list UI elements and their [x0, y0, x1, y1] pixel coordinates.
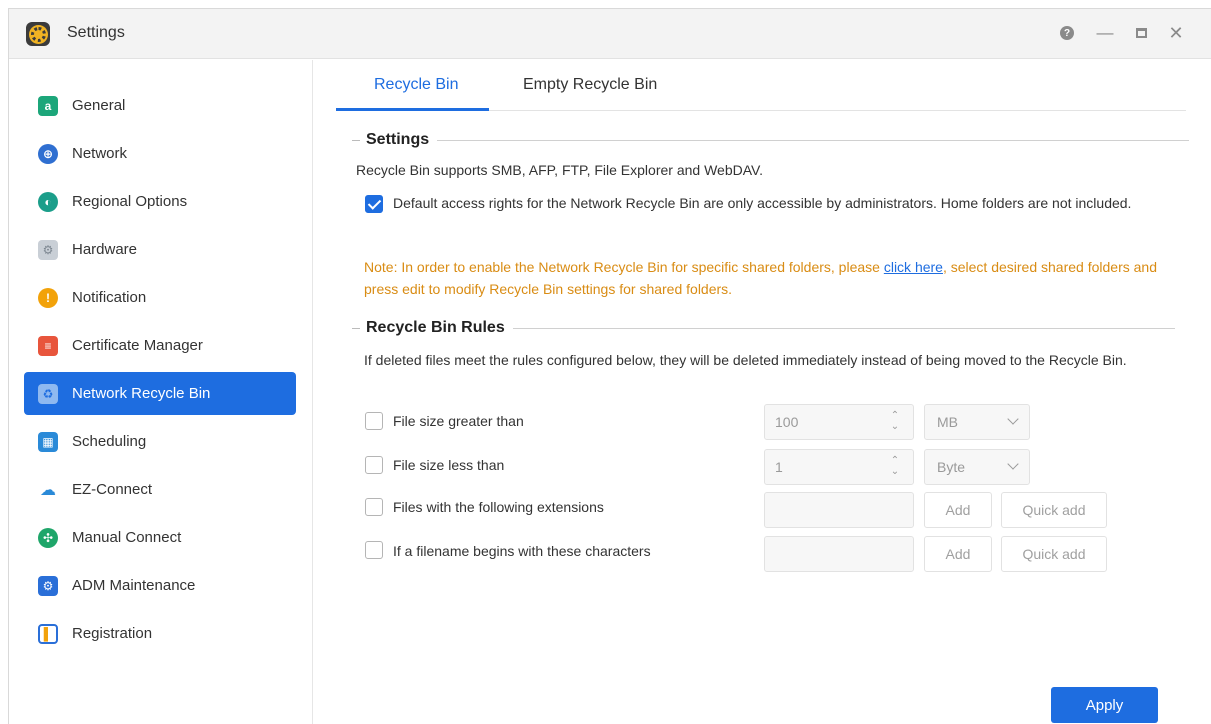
sidebar-item-label: Network [72, 145, 128, 162]
filename-begins-input[interactable] [764, 536, 914, 572]
size-less-input[interactable]: 1 ⌃ ⌄ [764, 449, 914, 485]
sidebar-item-label: Notification [72, 289, 147, 306]
sidebar-item-label: Network Recycle Bin [72, 385, 211, 402]
tab-recycle-bin[interactable]: Recycle Bin [374, 76, 458, 94]
maximize-icon[interactable] [1131, 23, 1151, 43]
sidebar-item-label: Regional Options [72, 193, 188, 210]
chevron-down-icon [1007, 413, 1019, 425]
globe-icon: ⊕ [38, 143, 58, 164]
sidebar-item-notification[interactable]: ! Notification [24, 276, 296, 319]
calendar-clock-icon: ▦ [38, 431, 58, 452]
main-content: Recycle Bin Empty Recycle Bin Settings R… [314, 60, 1211, 724]
sidebar-item-label: Certificate Manager [72, 337, 203, 354]
filename-begins-quick-add-button[interactable]: Quick add [1001, 536, 1107, 572]
default-access-checkbox[interactable] [365, 195, 383, 213]
registration-icon: ▌ [38, 623, 58, 644]
regional-globe-icon: ◐ [38, 191, 58, 212]
size-less-checkbox[interactable] [365, 456, 383, 474]
sidebar-item-network-recycle-bin[interactable]: ♻ Network Recycle Bin [24, 372, 296, 415]
size-greater-checkbox[interactable] [365, 412, 383, 430]
hardware-icon: ⚙ [38, 239, 58, 260]
extensions-label: Files with the following extensions [393, 499, 604, 515]
active-tab-indicator [336, 108, 489, 111]
close-icon[interactable]: ✕ [1166, 23, 1186, 43]
title-bar: Settings ? — ✕ [9, 9, 1211, 59]
default-access-label: Default access rights for the Network Re… [393, 195, 1132, 211]
tab-bar: Recycle Bin Empty Recycle Bin [336, 60, 1186, 111]
size-greater-unit-select[interactable]: MB [924, 404, 1030, 440]
sidebar-item-general[interactable]: a General [24, 84, 296, 127]
cloud-upload-icon: ☁ [38, 479, 58, 500]
size-greater-value: 100 [775, 414, 799, 430]
sidebar-item-network[interactable]: ⊕ Network [24, 132, 296, 175]
extensions-add-button[interactable]: Add [924, 492, 992, 528]
sidebar-item-manual-connect[interactable]: ✣ Manual Connect [24, 516, 296, 559]
settings-section-header: Settings [352, 130, 1190, 150]
recycle-bin-icon: ♻ [38, 383, 58, 404]
note-text: Note: In order to enable the Network Rec… [364, 259, 884, 275]
sidebar-item-adm-maintenance[interactable]: ⚙ ADM Maintenance [24, 564, 296, 607]
tab-empty-recycle-bin[interactable]: Empty Recycle Bin [523, 76, 657, 94]
sidebar-item-certificate-manager[interactable]: ≡ Certificate Manager [24, 324, 296, 367]
sidebar-item-label: General [72, 97, 126, 114]
rules-section-title: Recycle Bin Rules [366, 319, 505, 336]
size-greater-input[interactable]: 100 ⌃ ⌄ [764, 404, 914, 440]
filename-begins-add-button[interactable]: Add [924, 536, 992, 572]
rules-section-header: Recycle Bin Rules [352, 318, 1175, 338]
rules-description: If deleted files meet the rules configur… [364, 352, 1127, 368]
apply-button[interactable]: Apply [1051, 687, 1158, 723]
filename-begins-checkbox[interactable] [365, 541, 383, 559]
sidebar-item-regional-options[interactable]: ◐ Regional Options [24, 180, 296, 223]
sidebar: a General ⊕ Network ◐ Regional Options ⚙… [9, 60, 313, 724]
size-less-label: File size less than [393, 457, 505, 473]
sidebar-item-label: EZ-Connect [72, 481, 153, 498]
size-less-unit: Byte [937, 459, 966, 475]
alert-icon: ! [38, 287, 58, 308]
sidebar-item-label: Scheduling [72, 433, 147, 450]
sidebar-item-label: ADM Maintenance [72, 577, 196, 594]
chevron-down-icon [1007, 458, 1019, 470]
help-icon[interactable]: ? [1057, 23, 1077, 43]
click-here-link[interactable]: click here [884, 259, 943, 275]
sidebar-item-ez-connect[interactable]: ☁ EZ-Connect [24, 468, 296, 511]
sidebar-item-label: Manual Connect [72, 529, 182, 546]
settings-app-icon [26, 22, 50, 46]
sidebar-item-label: Hardware [72, 241, 138, 258]
general-icon: a [38, 95, 58, 116]
sidebar-item-hardware[interactable]: ⚙ Hardware [24, 228, 296, 271]
recycle-bin-note: Note: In order to enable the Network Rec… [364, 256, 1174, 300]
size-greater-unit: MB [937, 414, 958, 430]
extensions-input[interactable] [764, 492, 914, 528]
settings-description: Recycle Bin supports SMB, AFP, FTP, File… [356, 162, 763, 178]
extensions-quick-add-button[interactable]: Quick add [1001, 492, 1107, 528]
minimize-icon[interactable]: — [1095, 23, 1115, 43]
manual-connect-icon: ✣ [38, 527, 58, 548]
settings-window: Settings ? — ✕ a General ⊕ Network ◐ Reg… [8, 8, 1211, 724]
sidebar-item-registration[interactable]: ▌ Registration [24, 612, 296, 655]
settings-section-title: Settings [366, 131, 430, 148]
sidebar-item-scheduling[interactable]: ▦ Scheduling [24, 420, 296, 463]
size-greater-label: File size greater than [393, 413, 524, 429]
size-less-value: 1 [775, 459, 783, 475]
size-less-unit-select[interactable]: Byte [924, 449, 1030, 485]
filename-begins-label: If a filename begins with these characte… [393, 543, 651, 559]
size-less-stepper-icon[interactable]: ⌃ ⌄ [889, 455, 901, 479]
size-greater-stepper-icon[interactable]: ⌃ ⌄ [889, 410, 901, 434]
window-title: Settings [67, 24, 125, 41]
sidebar-item-label: Registration [72, 625, 153, 642]
maintenance-icon: ⚙ [38, 575, 58, 596]
certificate-icon: ≡ [38, 335, 58, 356]
extensions-checkbox[interactable] [365, 498, 383, 516]
